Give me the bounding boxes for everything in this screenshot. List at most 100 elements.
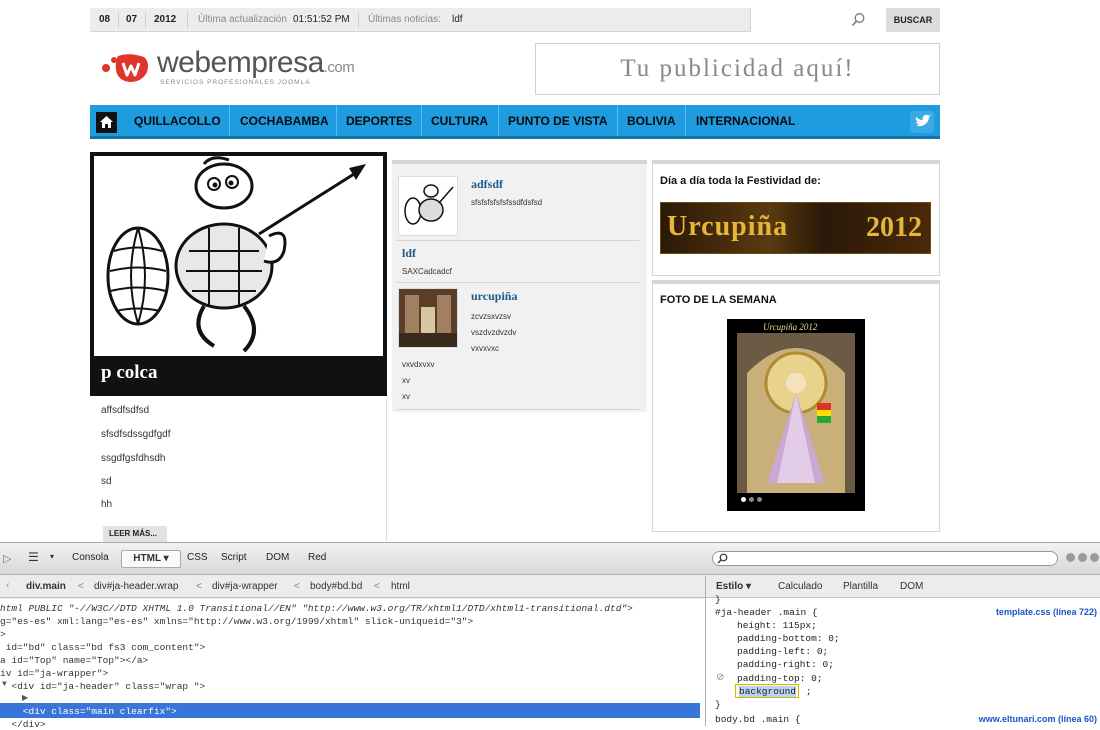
code-line[interactable]: html PUBLIC "-//W3C//DTD XHTML 1.0 Trans…: [0, 603, 633, 614]
css-selector[interactable]: body.bd .main {: [715, 714, 801, 725]
tab-dom[interactable]: DOM: [266, 552, 289, 563]
article-title[interactable]: urcupiña: [471, 289, 517, 304]
nav-item-cultura[interactable]: CULTURA: [431, 105, 488, 136]
article-thumbnail[interactable]: [398, 288, 458, 348]
featured-title[interactable]: p colca: [101, 362, 157, 384]
virgin-statue-photo: [737, 333, 855, 493]
code-line[interactable]: a id="Top" name="Top"></a>: [0, 655, 148, 666]
style-tabs: Estilo ▾ Calculado Plantilla DOM: [706, 576, 1100, 598]
search-input[interactable]: [750, 8, 975, 32]
article-thumbnail[interactable]: [398, 176, 458, 236]
chevron-down-icon[interactable]: ▾: [50, 552, 54, 561]
breadcrumb-separator: <: [294, 581, 300, 592]
cartoon-thumb: [404, 184, 454, 225]
divider: [229, 105, 230, 136]
nav-item-punto-de-vista[interactable]: PUNTO DE VISTA: [508, 105, 608, 136]
chevron-left-icon[interactable]: ‹: [6, 575, 9, 597]
devtools-toolbar: ▷ ☰ ▾ Consola HTML ▾ CSS Script DOM Red: [0, 543, 1100, 575]
home-icon: [100, 116, 113, 128]
css-selector[interactable]: #ja-header .main {: [715, 607, 818, 618]
minimize-icon[interactable]: [1066, 553, 1075, 562]
tab-computed[interactable]: Calculado: [778, 581, 822, 592]
code-line-selected[interactable]: <div class="main clearfix">: [0, 706, 177, 717]
tab-script[interactable]: Script: [221, 552, 247, 563]
nav-item-quillacollo[interactable]: QUILLACOLLO: [134, 105, 221, 136]
code-line[interactable]: g="es-es" xml:lang="es-es" xmlns="http:/…: [0, 616, 473, 627]
breadcrumb-item[interactable]: html: [391, 576, 410, 598]
css-rules: } #ja-header .main { template.css (línea…: [706, 594, 1100, 726]
tab-css[interactable]: CSS: [187, 552, 208, 563]
article-text: vxvxvxc: [471, 344, 499, 353]
breadcrumb-item[interactable]: body#bd.bd: [310, 576, 362, 598]
divider: [187, 12, 188, 28]
photo-pager[interactable]: [741, 497, 801, 503]
banner-year: 2012: [866, 212, 922, 243]
search-icon: [717, 553, 728, 564]
logo-icon[interactable]: [100, 48, 152, 88]
home-button[interactable]: [96, 112, 117, 133]
nav-item-bolivia[interactable]: BOLIVIA: [627, 105, 676, 136]
news-ticker[interactable]: ldf: [452, 8, 463, 32]
devtools-panel: ▷ ☰ ▾ Consola HTML ▾ CSS Script DOM Red …: [0, 542, 1100, 730]
nav-item-internacional[interactable]: INTERNACIONAL: [696, 105, 795, 136]
featured-article[interactable]: p colca: [90, 152, 387, 396]
breadcrumb-separator: <: [374, 581, 380, 592]
text-line: hh: [101, 499, 113, 510]
tab-dom[interactable]: DOM: [900, 581, 923, 592]
css-property[interactable]: height: 115px;: [737, 620, 817, 631]
tab-console[interactable]: Consola: [72, 552, 109, 563]
code-line[interactable]: <div id="ja-header" class="wrap ">: [0, 681, 205, 692]
last-update-label: Última actualización: [198, 14, 287, 25]
devtools-search-input[interactable]: [712, 551, 1058, 566]
close-icon[interactable]: [1090, 553, 1099, 562]
code-line[interactable]: >: [0, 629, 6, 640]
css-property[interactable]: padding-right: 0;: [737, 659, 834, 670]
twitter-icon: [915, 114, 931, 127]
read-more-button[interactable]: LEER MÁS...: [103, 526, 167, 542]
expand-triangle-icon[interactable]: ▼: [2, 680, 7, 689]
tab-style[interactable]: Estilo ▾: [716, 581, 751, 592]
css-source-link[interactable]: www.eltunari.com (línea 60): [979, 714, 1097, 724]
tab-layout[interactable]: Plantilla: [843, 581, 878, 592]
breadcrumb-item[interactable]: div#ja-wrapper: [212, 576, 278, 598]
disable-property-icon[interactable]: ⊘: [716, 672, 724, 684]
twitter-button[interactable]: [910, 111, 934, 133]
photo-of-week-image[interactable]: Urcupiña 2012: [727, 319, 865, 511]
church-photo: [399, 289, 457, 347]
text-line: affsdfsdfsd: [101, 405, 150, 416]
css-edit-value[interactable]: background: [739, 686, 797, 697]
text-line: sfsdfsdssgdfgdf: [101, 429, 171, 440]
detach-icon[interactable]: [1078, 553, 1087, 562]
article-text: SAXCadcadcf: [402, 267, 452, 276]
breadcrumb-item[interactable]: div.main: [26, 576, 66, 598]
search-button[interactable]: BUSCAR: [886, 8, 940, 32]
ad-banner[interactable]: Tu publicidad aquí!: [535, 43, 940, 95]
code-line[interactable]: id="bd" class="bd fs3 com_content">: [0, 642, 206, 653]
featured-image[interactable]: [94, 156, 383, 356]
css-semicolon: ;: [806, 686, 812, 697]
article-title[interactable]: ldf: [402, 246, 416, 261]
nav-item-deportes[interactable]: DEPORTES: [346, 105, 412, 136]
festival-box: Día a día toda la Festividad de: Urcupiñ…: [652, 160, 940, 276]
nav-item-cochabamba[interactable]: COCHABAMBA: [240, 105, 329, 136]
css-source-link[interactable]: template.css (línea 722): [996, 607, 1097, 617]
breadcrumb-item[interactable]: div#ja-header.wrap: [94, 576, 179, 598]
css-property[interactable]: padding-left: 0;: [737, 646, 828, 657]
article-title[interactable]: adfsdf: [471, 177, 503, 192]
divider: [396, 409, 639, 410]
menu-icon[interactable]: ☰: [28, 550, 39, 564]
collapse-triangle-icon[interactable]: ▶: [22, 693, 28, 703]
divider: [421, 105, 422, 136]
festival-title: Día a día toda la Festividad de:: [660, 175, 821, 187]
urcupina-banner[interactable]: Urcupiña 2012: [660, 202, 931, 254]
css-property[interactable]: padding-top: 0;: [737, 673, 823, 684]
tab-html[interactable]: HTML ▾: [121, 550, 181, 568]
divider: [358, 12, 359, 28]
news-label: Últimas noticias:: [368, 14, 441, 25]
inspect-icon[interactable]: ▷: [3, 552, 11, 565]
css-property[interactable]: padding-bottom: 0;: [737, 633, 840, 644]
text-line: sd: [101, 476, 112, 487]
code-line[interactable]: iv id="ja-wrapper">: [0, 668, 108, 679]
tab-network[interactable]: Red: [308, 552, 326, 563]
logo-wordmark[interactable]: webempresa.com: [157, 46, 355, 80]
